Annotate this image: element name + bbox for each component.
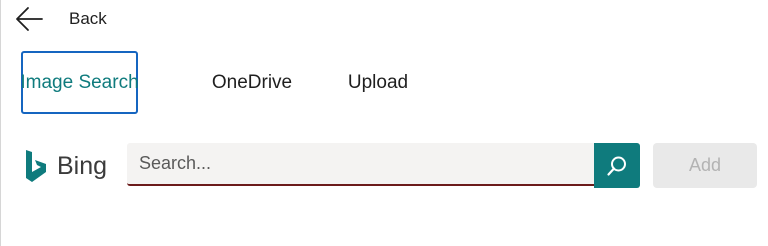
window-edge (0, 0, 1, 246)
tab-upload[interactable]: Upload (329, 51, 427, 114)
back-label: Back (69, 9, 107, 28)
tab-onedrive[interactable]: OneDrive (182, 51, 322, 114)
tab-image-search[interactable]: Image Search (20, 51, 139, 114)
search-button[interactable] (594, 143, 640, 188)
bing-logo: Bing (24, 146, 107, 186)
add-button[interactable]: Add (653, 143, 757, 188)
back-button[interactable]: Back (14, 4, 107, 34)
search-icon (607, 156, 626, 176)
bing-wordmark: Bing (57, 151, 108, 180)
bing-logo-icon (26, 150, 46, 182)
search-box (127, 143, 594, 186)
search-input[interactable] (127, 143, 594, 184)
back-arrow-icon (16, 7, 43, 31)
